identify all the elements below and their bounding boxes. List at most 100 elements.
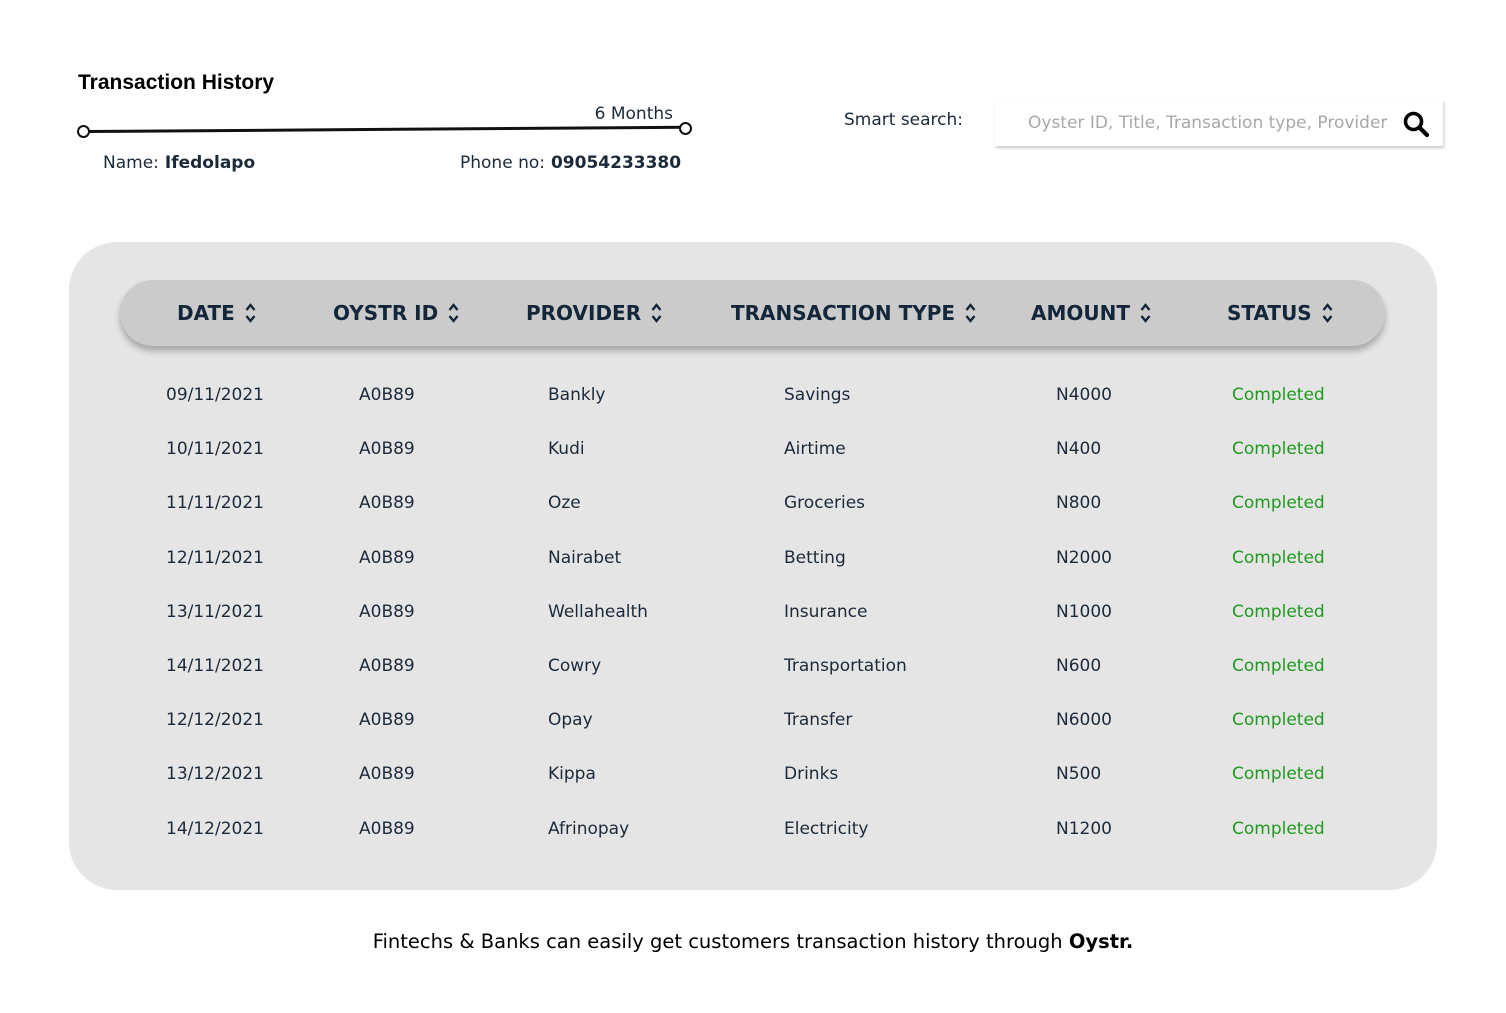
- column-header-label: DATE: [177, 301, 235, 325]
- column-header-oystr-id[interactable]: OYSTR ID: [333, 280, 459, 346]
- cell-date: 12/12/2021: [166, 710, 264, 731]
- cell-date: 11/11/2021: [166, 493, 264, 514]
- sort-icon[interactable]: [651, 302, 662, 324]
- cell-provider: Cowry: [548, 656, 602, 676]
- smart-search-label: Smart search:: [844, 110, 964, 130]
- cell-oystr-id: A0B89: [359, 710, 415, 731]
- cell-oystr-id: A0B89: [359, 601, 415, 622]
- phone-label: Phone no:: [460, 153, 545, 173]
- name-value: Ifedolapo: [164, 153, 256, 173]
- cell-oystr-id: A0B89: [359, 439, 415, 460]
- cell-oystr-id: A0B89: [359, 547, 415, 568]
- name-label: Name:: [103, 153, 159, 173]
- cell-amount: N4000: [1056, 385, 1112, 405]
- cell-status: Completed: [1232, 818, 1325, 839]
- cell-date: 09/11/2021: [166, 385, 264, 405]
- column-header-provider[interactable]: PROVIDER: [526, 280, 662, 346]
- column-header-label: STATUS: [1227, 301, 1312, 325]
- sort-icon[interactable]: [965, 302, 976, 324]
- cell-provider: Bankly: [548, 385, 606, 405]
- column-header-status[interactable]: STATUS: [1227, 280, 1333, 346]
- smart-search-box: [995, 100, 1443, 146]
- cell-provider: Wellahealth: [548, 601, 648, 622]
- cell-date: 12/11/2021: [166, 547, 264, 568]
- cell-provider: Opay: [548, 710, 593, 731]
- cell-status: Completed: [1232, 656, 1325, 676]
- cell-status: Completed: [1232, 439, 1325, 460]
- cell-transaction-type: Airtime: [784, 439, 846, 460]
- cell-oystr-id: A0B89: [359, 818, 415, 839]
- sort-icon[interactable]: [1322, 302, 1333, 324]
- cell-date: 13/11/2021: [166, 601, 264, 622]
- cell-amount: N2000: [1056, 547, 1112, 568]
- cell-transaction-type: Electricity: [784, 818, 869, 839]
- column-header-label: AMOUNT: [1031, 301, 1131, 325]
- sort-icon[interactable]: [1140, 302, 1151, 324]
- phone-value: 09054233380: [550, 153, 682, 173]
- cell-amount: N500: [1056, 764, 1102, 785]
- column-header-label: OYSTR ID: [333, 301, 439, 325]
- column-header-transaction-type[interactable]: TRANSACTION TYPE: [731, 280, 976, 346]
- cell-status: Completed: [1232, 764, 1325, 785]
- table-row[interactable]: 13/11/2021 A0B89 Wellahealth Insurance N1000…: [69, 585, 1437, 639]
- customer-name: Name: Ifedolapo: [103, 153, 255, 173]
- time-range-end-handle[interactable]: [679, 122, 692, 135]
- time-range-track[interactable]: [84, 125, 685, 133]
- transaction-table-panel: DATE OYSTR ID PROVIDER TRANSACTION TYPE AMOU…: [69, 242, 1437, 890]
- cell-amount: N1200: [1056, 818, 1112, 839]
- column-header-date[interactable]: DATE: [177, 280, 256, 346]
- cell-amount: N800: [1056, 493, 1102, 514]
- cell-status: Completed: [1232, 493, 1325, 514]
- time-range-slider[interactable]: 6 Months: [77, 104, 697, 140]
- footer-brand: Oystr.: [1068, 930, 1134, 953]
- cell-transaction-type: Savings: [784, 385, 851, 405]
- cell-provider: Oze: [548, 493, 581, 514]
- cell-date: 10/11/2021: [166, 439, 264, 460]
- footer-text: Fintechs & Banks can easily get customer…: [372, 930, 1069, 953]
- table-row[interactable]: 10/11/2021 A0B89 Kudi Airtime N400 Completed: [69, 422, 1437, 476]
- table-row[interactable]: 12/11/2021 A0B89 Nairabet Betting N2000 Compl…: [69, 531, 1437, 585]
- cell-status: Completed: [1232, 601, 1325, 622]
- table-row[interactable]: 12/12/2021 A0B89 Opay Transfer N6000 Complete…: [69, 693, 1437, 747]
- cell-transaction-type: Transportation: [784, 656, 907, 676]
- cell-oystr-id: A0B89: [359, 656, 415, 676]
- smart-search-input[interactable]: [995, 100, 1390, 146]
- sort-icon[interactable]: [448, 302, 459, 324]
- sort-icon[interactable]: [245, 302, 256, 324]
- cell-status: Completed: [1232, 710, 1325, 731]
- cell-transaction-type: Insurance: [784, 601, 868, 622]
- cell-oystr-id: A0B89: [359, 493, 415, 514]
- cell-oystr-id: A0B89: [359, 385, 415, 405]
- cell-transaction-type: Transfer: [784, 710, 853, 731]
- table-row[interactable]: 13/12/2021 A0B89 Kippa Drinks N500 Completed: [69, 747, 1437, 801]
- cell-amount: N400: [1056, 439, 1102, 460]
- cell-amount: N600: [1056, 656, 1102, 676]
- cell-transaction-type: Groceries: [784, 493, 866, 514]
- cell-provider: Kudi: [548, 439, 585, 460]
- cell-status: Completed: [1232, 547, 1325, 568]
- column-header-label: TRANSACTION TYPE: [731, 301, 956, 325]
- cell-oystr-id: A0B89: [359, 764, 415, 785]
- table-row[interactable]: 11/11/2021 A0B89 Oze Groceries N800 Completed: [69, 476, 1437, 530]
- time-range-start-handle[interactable]: [77, 125, 90, 138]
- time-range-label: 6 Months: [594, 104, 673, 124]
- column-header-label: PROVIDER: [526, 301, 642, 325]
- cell-transaction-type: Drinks: [784, 764, 839, 785]
- cell-date: 13/12/2021: [166, 764, 264, 785]
- cell-transaction-type: Betting: [784, 547, 846, 568]
- cell-provider: Kippa: [548, 764, 596, 785]
- search-icon[interactable]: [1402, 110, 1430, 138]
- table-row[interactable]: 09/11/2021 A0B89 Bankly Savings N4000 Complet…: [69, 368, 1437, 422]
- cell-date: 14/12/2021: [166, 818, 264, 839]
- table-row[interactable]: 14/11/2021 A0B89 Cowry Transportation N600 Co…: [69, 639, 1437, 693]
- cell-provider: Nairabet: [548, 547, 622, 568]
- cell-amount: N6000: [1056, 710, 1112, 731]
- table-row[interactable]: 14/12/2021 A0B89 Afrinopay Electricity N1200…: [69, 802, 1437, 856]
- cell-provider: Afrinopay: [548, 818, 630, 839]
- column-header-amount[interactable]: AMOUNT: [1031, 280, 1151, 346]
- page-title: Transaction History: [78, 71, 275, 94]
- footer-tagline: Fintechs & Banks can easily get customer…: [0, 930, 1506, 953]
- cell-status: Completed: [1232, 385, 1325, 405]
- cell-amount: N1000: [1056, 601, 1112, 622]
- table-header: DATE OYSTR ID PROVIDER TRANSACTION TYPE AMOU…: [120, 280, 1385, 346]
